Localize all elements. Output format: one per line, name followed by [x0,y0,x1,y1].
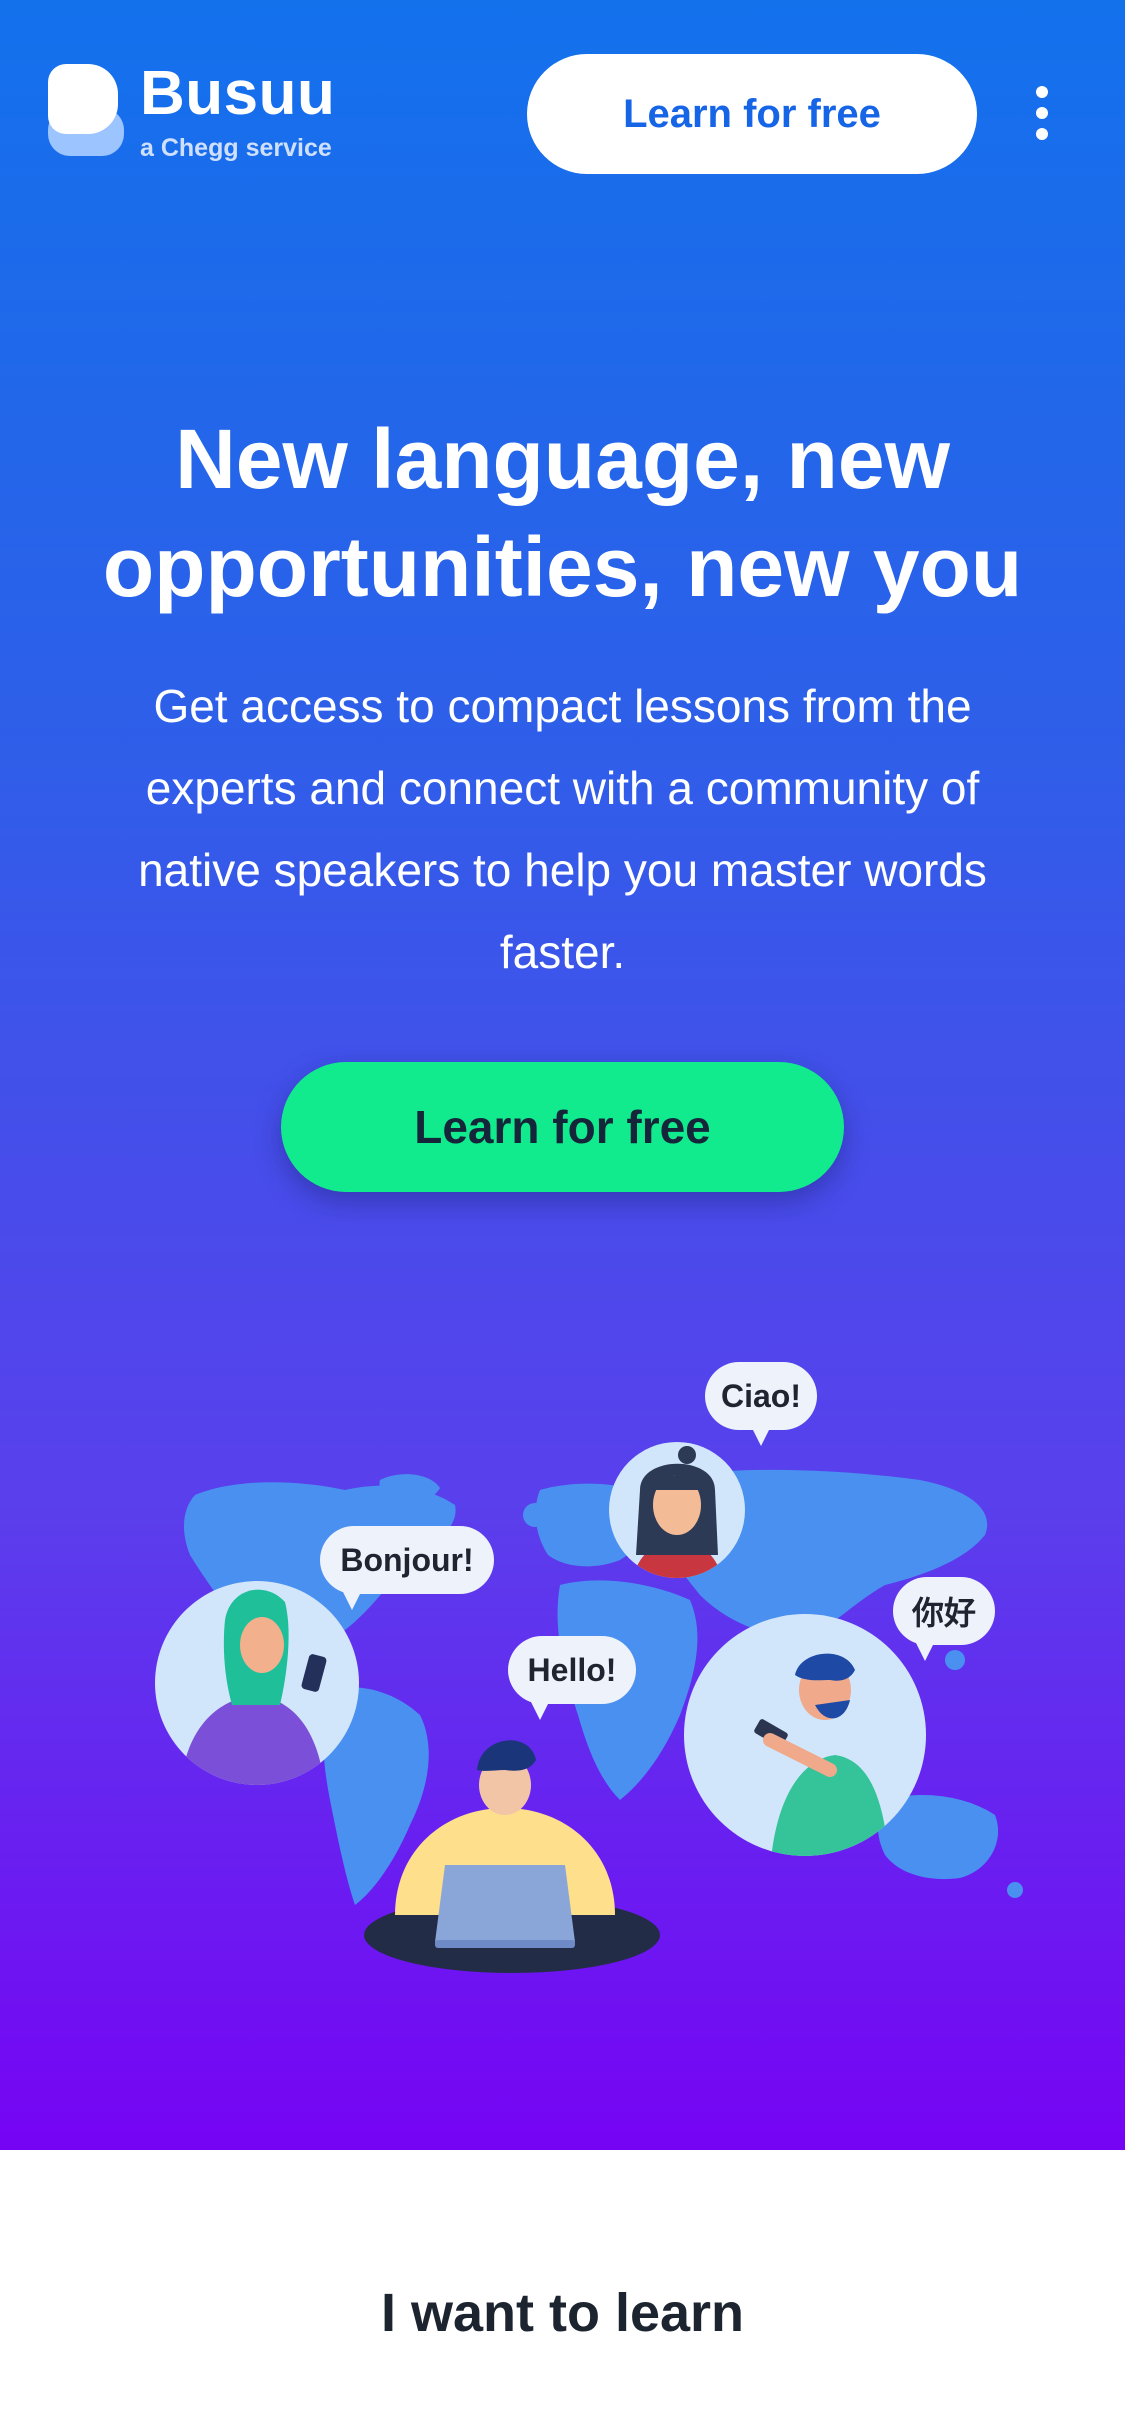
busuu-logo[interactable]: Busuu a Chegg service [48,59,336,163]
header-learn-for-free-button[interactable]: Learn for free [527,54,977,174]
hero-section: Busuu a Chegg service Learn for free New… [0,0,1125,2150]
brand-subtitle: a Chegg service [140,134,332,162]
brand-name: Busuu [140,59,336,128]
greeting-bubble-bonjour: Bonjour! [320,1526,494,1610]
hero-description: Get access to compact lessons from the e… [138,680,987,978]
i-want-to-learn-heading: I want to learn [380,2283,745,2343]
hero-learn-for-free-button[interactable]: Learn for free [281,1062,844,1192]
hero-title: New language, new opportunities, new you [102,412,1023,614]
greeting-bubble-nihao: 你好 [893,1577,995,1661]
greeting-bubble-hello: Hello! [508,1636,636,1720]
world-community-illustration: Ciao! Bonjour! Hello! 你好 [0,1330,1125,2010]
greeting-bubble-ciao: Ciao! [705,1362,817,1446]
kebab-menu-icon[interactable] [1030,86,1054,140]
busuu-logo-icon [48,64,124,156]
